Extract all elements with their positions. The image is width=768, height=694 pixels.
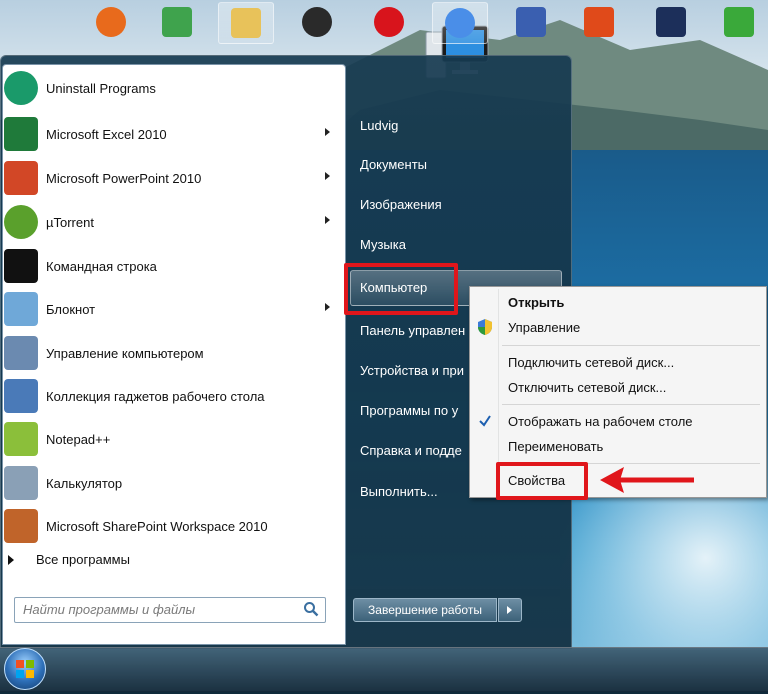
taskbar-app-button[interactable] [572, 2, 626, 42]
taskbar [0, 647, 768, 692]
cmd-icon [4, 249, 38, 283]
program-item[interactable]: Microsoft SharePoint Workspace 2010 [4, 506, 338, 546]
program-label: Калькулятор [46, 475, 123, 491]
right-item-documents[interactable]: Документы [360, 157, 427, 172]
powerpoint-icon [4, 161, 38, 195]
program-item[interactable]: Коллекция гаджетов рабочего стола [4, 376, 338, 416]
computer-management-icon [4, 336, 38, 370]
program-label: Коллекция гаджетов рабочего стола [46, 388, 265, 404]
program-label: Microsoft Excel 2010 [46, 126, 167, 142]
all-programs-label: Все программы [36, 552, 130, 567]
explorer-icon [231, 8, 261, 38]
program-label: µTorrent [46, 214, 94, 230]
red-arrow-icon [600, 467, 694, 493]
all-programs-button[interactable]: Все программы [8, 552, 130, 567]
program-label: Командная строка [46, 258, 157, 274]
shutdown-options-button[interactable] [498, 598, 522, 622]
search-placeholder: Найти программы и файлы [23, 602, 196, 617]
taskbar-app-button[interactable] [644, 2, 698, 42]
checkmark-icon [479, 415, 491, 427]
ctx-open[interactable]: Открыть [508, 295, 564, 310]
ctx-separator [502, 345, 760, 346]
program-item[interactable]: µTorrent [4, 202, 338, 242]
taskbar-app-button[interactable] [84, 2, 138, 42]
right-item-control-panel[interactable]: Панель управлен [360, 323, 465, 338]
ctx-separator [502, 404, 760, 405]
right-item-devices[interactable]: Устройства и при [360, 363, 464, 378]
submenu-arrow-icon [325, 172, 330, 180]
ctx-map-network-drive[interactable]: Подключить сетевой диск... [508, 355, 674, 370]
gadgets-icon [4, 379, 38, 413]
program-item[interactable]: Командная строка [4, 246, 338, 286]
search-input[interactable]: Найти программы и файлы [14, 597, 326, 623]
taskbar-app-button[interactable] [432, 2, 488, 44]
taskbar-app-button[interactable] [712, 2, 766, 42]
program-label: Uninstall Programs [46, 80, 156, 96]
ctx-manage[interactable]: Управление [508, 320, 580, 335]
program-item[interactable]: Uninstall Programs [4, 68, 338, 108]
calculator-icon [4, 466, 38, 500]
computer-red-highlight [344, 263, 458, 315]
uninstall-icon [4, 71, 38, 105]
right-item-run[interactable]: Выполнить... [360, 484, 438, 499]
notepad-icon [4, 292, 38, 326]
right-item-default-programs[interactable]: Программы по у [360, 403, 458, 418]
submenu-arrow-icon [325, 216, 330, 224]
taskbar-app-button[interactable] [218, 2, 274, 44]
program-label: Notepad++ [46, 431, 111, 447]
firefox-icon [96, 7, 126, 37]
utorrent-icon [4, 205, 38, 239]
right-item-pictures[interactable]: Изображения [360, 197, 442, 212]
program-item[interactable]: Калькулятор [4, 463, 338, 503]
ctx-disconnect-network-drive[interactable]: Отключить сетевой диск... [508, 380, 666, 395]
program-item[interactable]: Блокнот [4, 289, 338, 329]
submenu-arrow-icon [325, 128, 330, 136]
program-label: Microsoft PowerPoint 2010 [46, 170, 202, 186]
taskbar-app-button[interactable] [150, 2, 204, 42]
taskbar-app-button[interactable] [290, 2, 344, 42]
program-label: Блокнот [46, 301, 96, 317]
windows-logo-icon [16, 660, 34, 678]
burn-icon [584, 7, 614, 37]
excel-icon [4, 117, 38, 151]
chrome-icon [445, 8, 475, 38]
shutdown-button[interactable]: Завершение работы [353, 598, 497, 622]
notepadpp-icon [4, 422, 38, 456]
ctx-show-on-desktop[interactable]: Отображать на рабочем столе [508, 414, 693, 429]
right-item-music[interactable]: Музыка [360, 237, 406, 252]
sharepoint-icon [4, 509, 38, 543]
paint-icon [516, 7, 546, 37]
camtasia-icon [724, 7, 754, 37]
program-item[interactable]: Управление компьютером [4, 333, 338, 373]
submenu-arrow-icon [325, 303, 330, 311]
program-item[interactable]: Notepad++ [4, 419, 338, 459]
start-button[interactable] [4, 648, 46, 690]
right-item-help[interactable]: Справка и подде [360, 443, 462, 458]
shield-app-icon [162, 7, 192, 37]
right-item-user[interactable]: Ludvig [360, 118, 398, 133]
program-item[interactable]: Microsoft Excel 2010 [4, 114, 338, 154]
properties-red-highlight [496, 462, 588, 500]
uac-shield-icon [478, 319, 492, 335]
ctx-rename[interactable]: Переименовать [508, 439, 603, 454]
program-label: Microsoft SharePoint Workspace 2010 [46, 518, 268, 534]
taskbar-app-button[interactable] [362, 2, 416, 42]
taskbar-app-button[interactable] [504, 2, 558, 42]
angry-bird-icon [302, 7, 332, 37]
search-icon [304, 602, 319, 617]
triangle-right-icon [8, 554, 14, 565]
program-item[interactable]: Microsoft PowerPoint 2010 [4, 158, 338, 198]
opera-icon [374, 7, 404, 37]
photoshop-icon [656, 7, 686, 37]
program-label: Управление компьютером [46, 345, 204, 361]
